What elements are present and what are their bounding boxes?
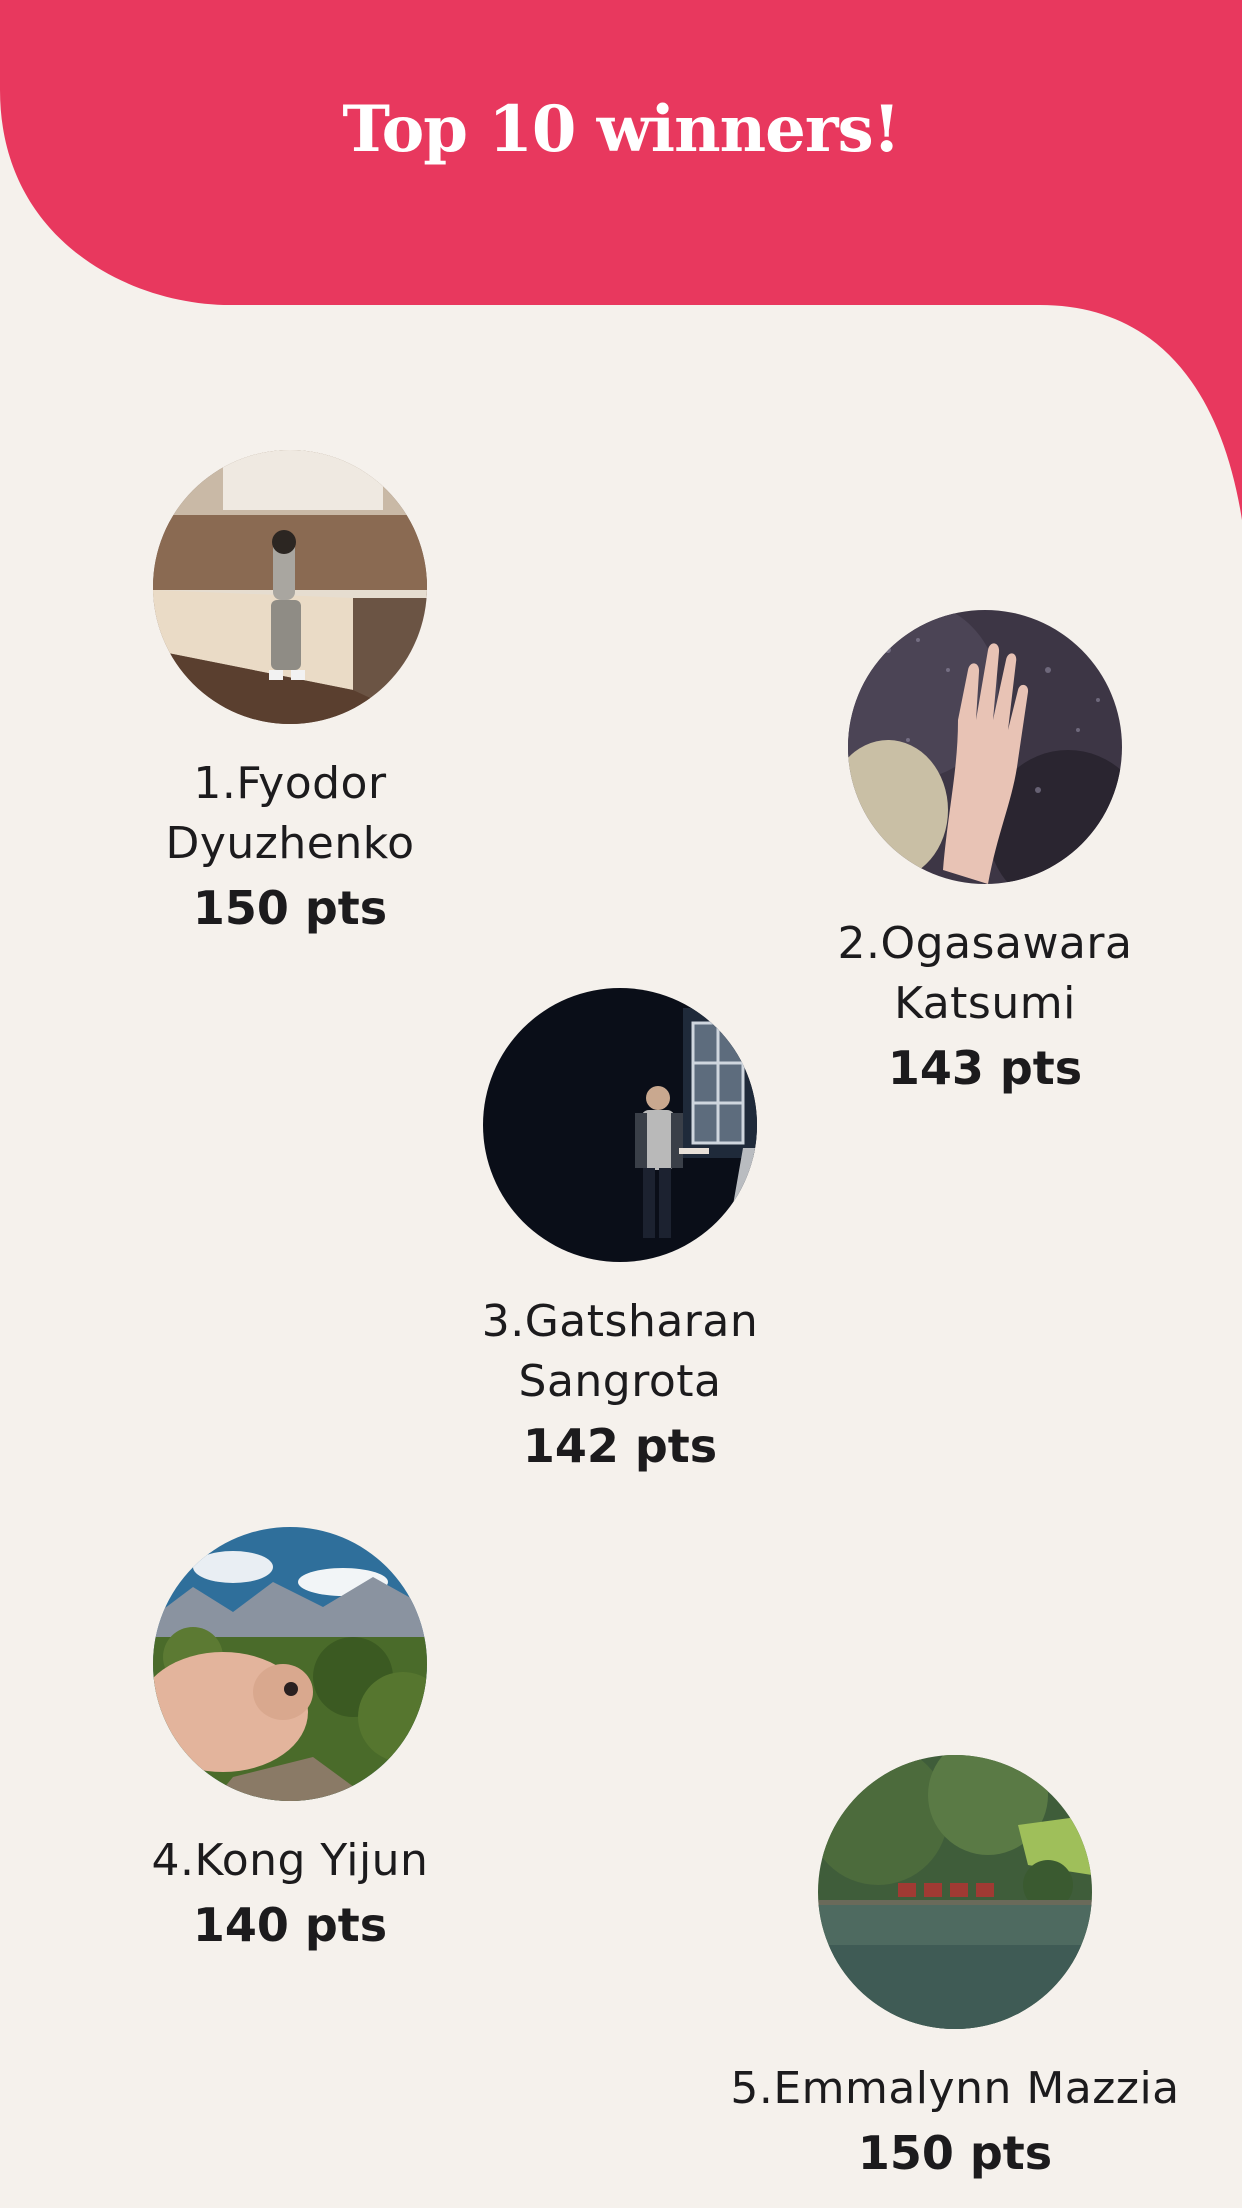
- header-banner: [0, 0, 1242, 520]
- winner-name: 4.Kong Yijun: [151, 1835, 429, 1886]
- winner-name: 3.Gatsharan Sangrota: [481, 1296, 759, 1407]
- winner-card[interactable]: 4.Kong Yijun 140 pts: [100, 1527, 480, 1957]
- winner-card[interactable]: 1.Fyodor Dyuzhenko 150 pts: [100, 450, 480, 940]
- man-by-window-in-dark-room-photo: [483, 988, 757, 1262]
- winner-points: 142 pts: [522, 1419, 718, 1473]
- winner-name: 5.Emmalynn Mazzia: [730, 2063, 1180, 2114]
- woman-leaning-on-railing-photo: [153, 450, 427, 724]
- winner-points: 150 pts: [192, 881, 388, 935]
- page-title: Top 10 winners!: [342, 92, 900, 167]
- winner-avatar: [848, 610, 1122, 884]
- sheep-in-mountains-photo: [153, 1527, 427, 1801]
- lake-with-houses-photo: [818, 1755, 1092, 2029]
- winner-points: 150 pts: [857, 2126, 1053, 2180]
- winner-points: 143 pts: [887, 1041, 1083, 1095]
- hand-on-rainy-window-photo: [848, 610, 1122, 884]
- winner-points: 140 pts: [192, 1898, 388, 1952]
- winner-avatar: [153, 450, 427, 724]
- leaderboard-screen: Top 10 winners! 1.Fyodor Dyuzhenko 150 p…: [0, 0, 1242, 2208]
- winner-avatar: [153, 1527, 427, 1801]
- winner-card[interactable]: 5.Emmalynn Mazzia 150 pts: [700, 1755, 1210, 2185]
- winner-avatar: [483, 988, 757, 1262]
- winner-avatar: [818, 1755, 1092, 2029]
- winner-card[interactable]: 3.Gatsharan Sangrota 142 pts: [440, 988, 800, 1478]
- winner-name: 2.Ogasawara Katsumi: [837, 918, 1133, 1029]
- winner-card[interactable]: 2.Ogasawara Katsumi 143 pts: [790, 610, 1180, 1100]
- winner-name: 1.Fyodor Dyuzhenko: [165, 758, 415, 869]
